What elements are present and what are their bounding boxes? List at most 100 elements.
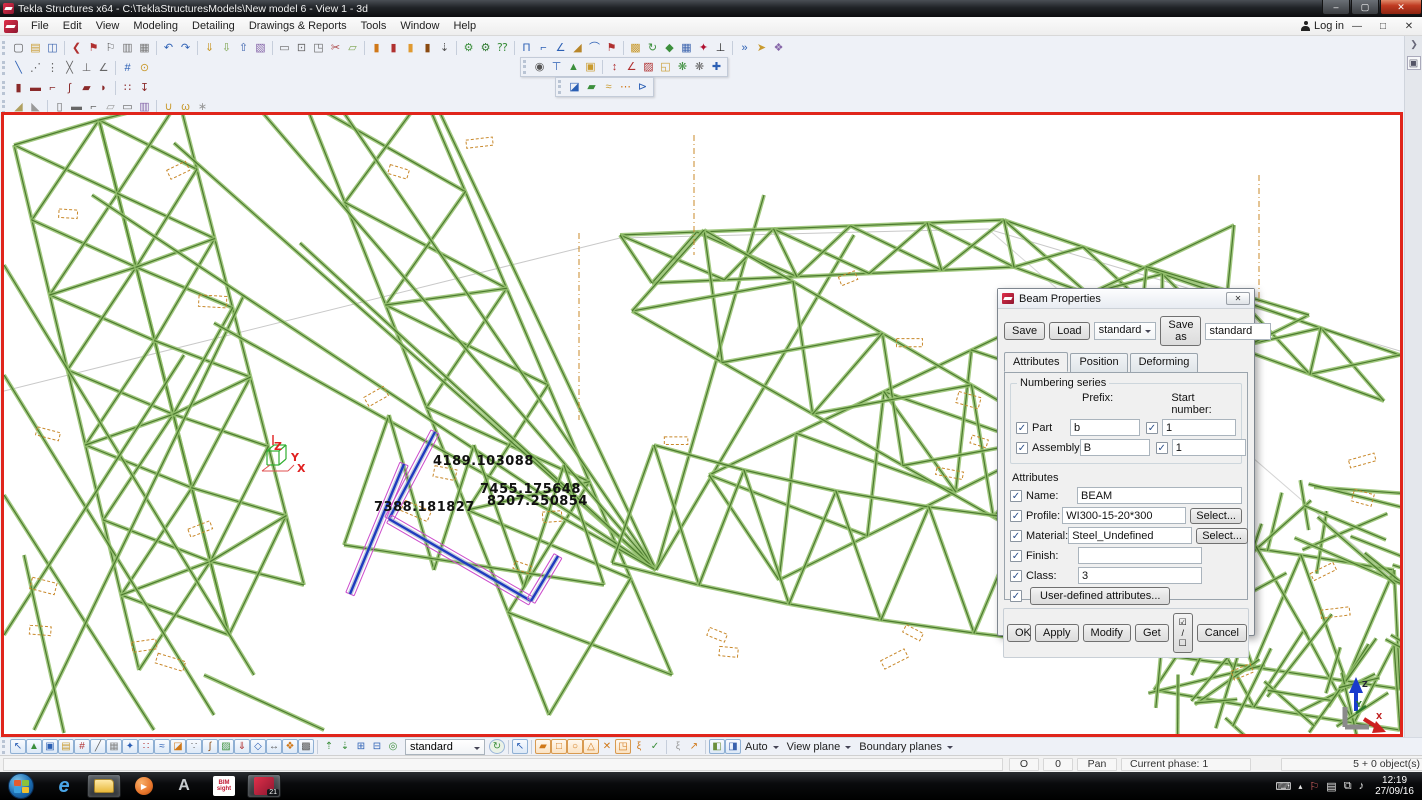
open-model-icon[interactable]: ▤	[27, 40, 44, 56]
walk-mode-icon[interactable]: ▲	[565, 59, 582, 75]
taskbar-clock[interactable]: 12:19 27/09/16	[1371, 775, 1414, 797]
measure-distance-icon[interactable]: ↕	[606, 59, 623, 75]
tray-expand-icon[interactable]: ▴	[1298, 782, 1302, 791]
assembly-checkbox[interactable]: ✓	[1016, 442, 1028, 454]
finish-checkbox[interactable]: ✓	[1010, 550, 1022, 562]
dialog-close-button[interactable]: ✕	[1226, 292, 1250, 305]
login-area[interactable]: Log in — □ ✕	[1301, 20, 1422, 32]
child-close-button[interactable]: ✕	[1396, 21, 1422, 32]
dim-y-icon[interactable]: ⌐	[535, 40, 552, 56]
pointer-tool-icon[interactable]: ↖	[512, 739, 528, 754]
reports-icon[interactable]: ▧	[252, 40, 269, 56]
select-all-icon[interactable]: ▩	[298, 739, 314, 754]
window-minimize-button[interactable]: –	[1322, 0, 1350, 15]
select-welds-icon[interactable]: ≈	[154, 739, 170, 754]
child-minimize-button[interactable]: —	[1344, 21, 1370, 32]
save-as-input[interactable]	[1205, 323, 1271, 340]
save-button[interactable]: Save	[1004, 322, 1045, 340]
select-cuts-icon[interactable]: ◪	[170, 739, 186, 754]
menu-modeling[interactable]: Modeling	[126, 18, 185, 34]
create-column-icon[interactable]: ▮	[10, 80, 27, 96]
menu-drawings-reports[interactable]: Drawings & Reports	[242, 18, 354, 34]
select-grids-icon[interactable]: #	[74, 739, 90, 754]
pour-break-icon[interactable]: ▮	[385, 40, 402, 56]
select-grid-lines-icon[interactable]: ╱	[90, 739, 106, 754]
material-input[interactable]	[1068, 527, 1192, 544]
menu-help[interactable]: Help	[446, 18, 483, 34]
selection-filter-combo[interactable]: standard	[405, 739, 485, 755]
view-plane-mode-icon[interactable]: ◧	[709, 739, 725, 754]
select-parts-icon[interactable]: ✦	[122, 739, 138, 754]
dim-x-icon[interactable]: Π	[518, 40, 535, 56]
snap-depth-icon[interactable]: ξ	[670, 739, 686, 754]
class-checkbox[interactable]: ✓	[1010, 570, 1022, 582]
export-icon[interactable]: ⇧	[235, 40, 252, 56]
new-model-icon[interactable]: ▢	[10, 40, 27, 56]
part-prefix-input[interactable]	[1070, 419, 1140, 436]
select-bolts-icon[interactable]: ∵	[186, 739, 202, 754]
display-settings-icon[interactable]: ❋	[691, 59, 708, 75]
select-assemblies-icon[interactable]: ▤	[58, 739, 74, 754]
assembly-prefix-input[interactable]	[1080, 439, 1150, 456]
snap-arrow-icon[interactable]: ↗	[686, 739, 702, 754]
axes-icon[interactable]: ⊥	[712, 40, 729, 56]
nudge-down-icon[interactable]: ⇣	[337, 739, 353, 754]
more-tools-icon[interactable]: »	[736, 40, 753, 56]
assembly-start-checkbox[interactable]: ✓	[1156, 442, 1168, 454]
cancel-button[interactable]: Cancel	[1197, 624, 1247, 642]
select-loads-icon[interactable]: ⇓	[234, 739, 250, 754]
create-bolts-icon[interactable]: ∷	[119, 80, 136, 96]
material-select-button[interactable]: Select...	[1196, 528, 1248, 544]
status-pan-mode[interactable]: Pan	[1077, 758, 1117, 771]
select-components-icon[interactable]: ▣	[42, 739, 58, 754]
taskbar-tekla-structures[interactable]: 21	[247, 774, 281, 798]
clash-check-icon[interactable]: ▭	[276, 40, 293, 56]
select-plane-icon[interactable]: ⊳	[634, 79, 651, 95]
snap-check-icon[interactable]: ✓	[647, 739, 663, 754]
assembly-start-input[interactable]	[1172, 439, 1246, 456]
work-area-fence-icon[interactable]: ▰	[583, 79, 600, 95]
child-maximize-button[interactable]: □	[1370, 21, 1396, 32]
snap-plane-icon[interactable]: ⊟	[369, 739, 385, 754]
menu-tools[interactable]: Tools	[354, 18, 394, 34]
tab-attributes[interactable]: Attributes	[1004, 352, 1068, 372]
measure-angle-icon[interactable]: ∠	[623, 59, 640, 75]
snap-any-icon[interactable]: △	[583, 739, 599, 754]
snap-extension-icon[interactable]: ◳	[615, 739, 631, 754]
menu-detailing[interactable]: Detailing	[185, 18, 242, 34]
name-input[interactable]	[1077, 487, 1242, 504]
toolbar-grip[interactable]	[2, 740, 7, 754]
select-surfaces-icon[interactable]: ▨	[218, 739, 234, 754]
select-switch-icon[interactable]: ↖	[10, 739, 26, 754]
menu-window[interactable]: Window	[393, 18, 446, 34]
updates-tray-icon[interactable]: ▤	[1326, 780, 1336, 793]
apply-button[interactable]: Apply	[1035, 624, 1079, 642]
create-polybeam-icon[interactable]: ⌐	[44, 80, 61, 96]
nudge-up-icon[interactable]: ⇡	[321, 739, 337, 754]
toolbar-grip[interactable]	[558, 80, 563, 94]
action-center-icon[interactable]: ⚐	[1309, 780, 1319, 793]
fit-work-area-icon[interactable]: ✚	[708, 59, 725, 75]
print-icon[interactable]: ▥	[119, 40, 136, 56]
snap-intersection-icon[interactable]: ╳	[61, 60, 78, 76]
taskbar-media-player[interactable]: ▶	[127, 774, 161, 798]
login-label[interactable]: Log in	[1314, 20, 1344, 32]
select-component-objects-icon[interactable]: ❖	[282, 739, 298, 754]
weld-check-icon[interactable]: ▱	[344, 40, 361, 56]
profile-input[interactable]	[1062, 507, 1186, 524]
fetch-icon[interactable]: ⇓	[201, 40, 218, 56]
part-start-input[interactable]	[1162, 419, 1236, 436]
handles-icon[interactable]: ◎	[385, 739, 401, 754]
keyboard-tray-icon[interactable]: ⌨	[1276, 780, 1292, 793]
profile-select-button[interactable]: Select...	[1190, 508, 1242, 524]
user-defined-attributes-button[interactable]: User-defined attributes...	[1030, 587, 1170, 605]
forward-icon[interactable]: ➤	[753, 40, 770, 56]
refresh-window-icon[interactable]: ↻	[489, 739, 505, 754]
tekla-tools-icon[interactable]: ✦	[695, 40, 712, 56]
menu-edit[interactable]: Edit	[56, 18, 89, 34]
community-icon[interactable]: ❖	[770, 40, 787, 56]
snap-line-icon[interactable]: ∠	[95, 60, 112, 76]
snap-mid-icon[interactable]: ⋮	[44, 60, 61, 76]
create-contour-plate-icon[interactable]: ◗	[95, 80, 112, 96]
tab-position[interactable]: Position	[1070, 353, 1127, 373]
